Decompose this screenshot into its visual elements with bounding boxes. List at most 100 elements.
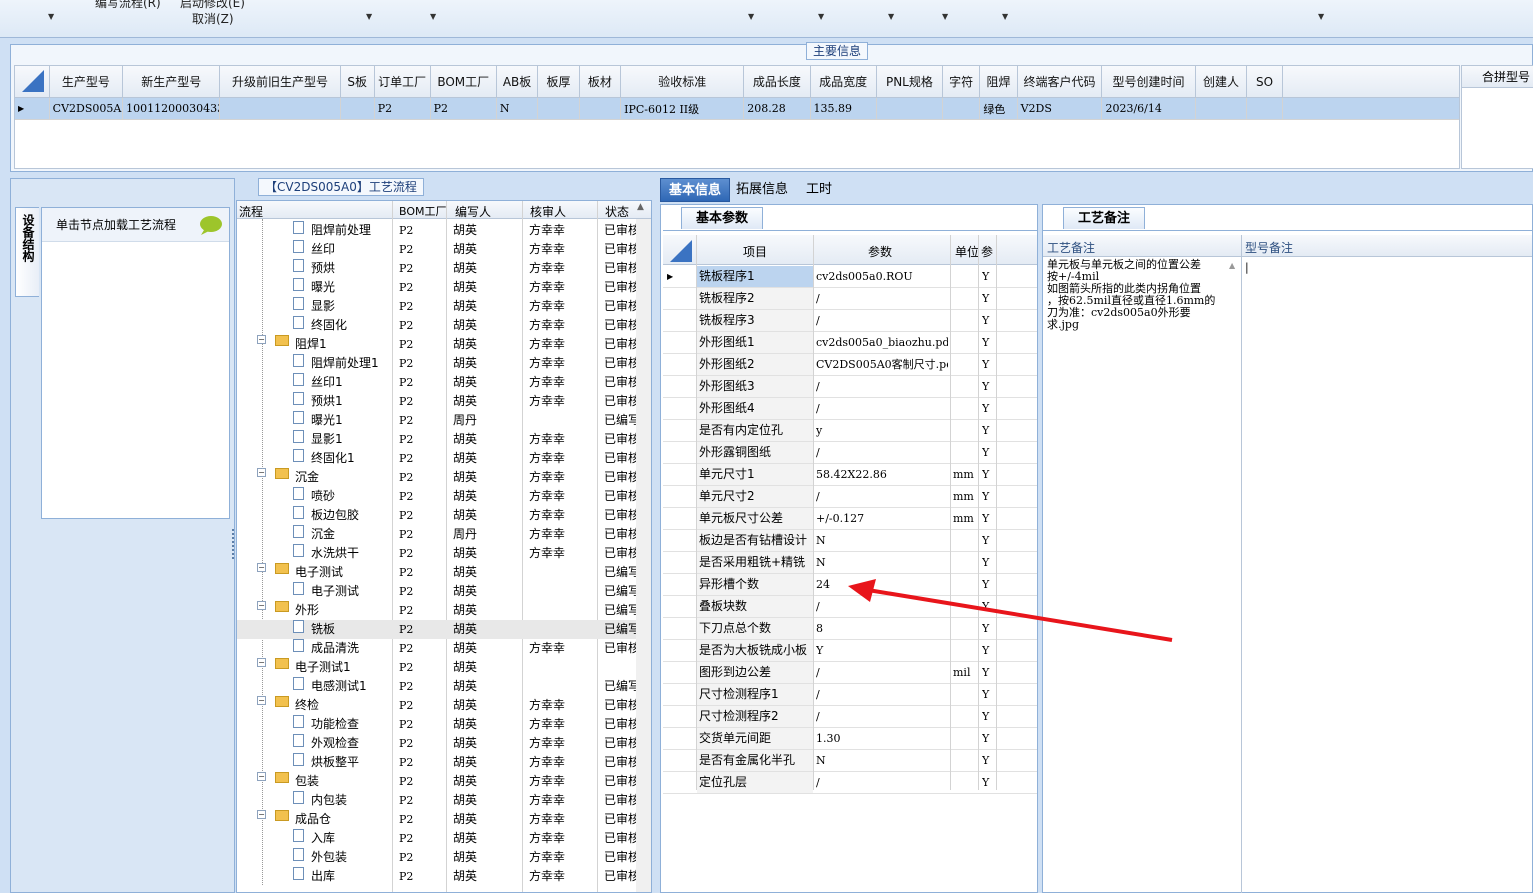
main-col-14[interactable]: 阻焊 — [979, 66, 1018, 98]
param-value[interactable]: 58.42X22.86 — [816, 464, 948, 485]
flow-node[interactable]: 显影1 P2 胡英 方幸幸 已审核 — [237, 430, 651, 449]
main-col-4[interactable]: 订单工厂 — [374, 66, 431, 98]
param-unit[interactable]: mil — [953, 662, 977, 683]
flow-node[interactable]: 铣板 P2 胡英 已编写 — [237, 620, 651, 639]
scroll-up-icon[interactable]: ▲ — [1229, 261, 1235, 270]
dropdown-arrow-icon[interactable]: ▼ — [942, 12, 948, 21]
dropdown-arrow-icon[interactable]: ▼ — [48, 12, 54, 21]
dropdown-arrow-icon[interactable]: ▼ — [1002, 12, 1008, 21]
flow-node[interactable]: 外观检查 P2 胡英 方幸幸 已审核 — [237, 734, 651, 753]
param-unit[interactable] — [953, 750, 977, 771]
param-value[interactable]: CV2DS005A0客制尺寸.pdf — [816, 354, 948, 375]
collapse-icon[interactable]: − — [257, 335, 266, 344]
flow-node[interactable]: 出库 P2 胡英 方幸幸 已审核 — [237, 867, 651, 886]
param-row[interactable]: 单元尺寸1 58.42X22.86 mm Y — [663, 464, 1037, 486]
flow-node[interactable]: 烘板整平 P2 胡英 方幸幸 已审核 — [237, 753, 651, 772]
flow-node[interactable]: 电子测试 P2 胡英 已编写 — [237, 582, 651, 601]
write-flow-menu[interactable]: 编写流程(R) — [95, 0, 161, 11]
param-unit[interactable] — [953, 332, 977, 353]
collapse-icon[interactable]: − — [257, 658, 266, 667]
main-col-8[interactable]: 板材 — [579, 66, 622, 98]
collapse-icon[interactable]: − — [257, 696, 266, 705]
param-value[interactable]: / — [816, 662, 948, 683]
tree-scrollbar[interactable] — [636, 219, 651, 892]
collapse-icon[interactable]: − — [257, 810, 266, 819]
param-value[interactable]: cv2ds005a0_biaozhu.pdf — [816, 332, 948, 353]
param-flag[interactable]: Y — [982, 310, 994, 331]
param-flag[interactable]: Y — [982, 772, 994, 793]
flow-node[interactable]: 喷砂 P2 胡英 方幸幸 已审核 — [237, 487, 651, 506]
main-cell-2[interactable] — [219, 97, 341, 120]
main-cell-4[interactable]: P2 — [374, 97, 431, 120]
param-unit[interactable]: mm — [953, 486, 977, 507]
param-flag[interactable]: Y — [982, 398, 994, 419]
main-col-9[interactable]: 验收标准 — [620, 66, 745, 98]
param-unit[interactable] — [953, 266, 977, 287]
flow-node[interactable]: − 电子测试 P2 胡英 已编写 — [237, 563, 651, 582]
param-row[interactable]: 铣板程序2/ Y — [663, 288, 1037, 310]
param-row[interactable]: 尺寸检测程序1/ Y — [663, 684, 1037, 706]
param-row[interactable]: 是否有金属化半孔 N Y — [663, 750, 1037, 772]
collapse-icon[interactable]: − — [257, 601, 266, 610]
param-unit[interactable] — [953, 398, 977, 419]
main-cell-11[interactable]: 135.89 — [810, 97, 877, 120]
main-col-2[interactable]: 升级前旧生产型号 — [219, 66, 341, 98]
flow-node[interactable]: − 包装 P2 胡英 方幸幸 已审核 — [237, 772, 651, 791]
param-row[interactable]: 图形到边公差 / mil Y — [663, 662, 1037, 684]
main-cell-13[interactable] — [942, 97, 981, 120]
param-row[interactable]: 外形图纸2 CV2DS005A0客制尺寸.pdf Y — [663, 354, 1037, 376]
flow-node[interactable]: 成品清洗 P2 胡英 方幸幸 已审核 — [237, 639, 651, 658]
main-col-16[interactable]: 型号创建时间 — [1101, 66, 1196, 98]
param-value[interactable]: y — [816, 420, 948, 441]
flow-node[interactable]: 沉金 P2 周丹 方幸幸 已审核 — [237, 525, 651, 544]
param-value[interactable]: / — [816, 288, 948, 309]
dropdown-arrow-icon[interactable]: ▼ — [366, 12, 372, 21]
main-cell-17[interactable] — [1195, 97, 1248, 120]
device-structure-tab[interactable]: 设备结构 — [15, 207, 39, 297]
param-flag[interactable]: Y — [982, 684, 994, 705]
main-cell-6[interactable]: N — [496, 97, 539, 120]
param-value[interactable]: / — [816, 772, 948, 793]
main-cell-0[interactable]: CV2DS005A0 — [49, 97, 124, 120]
param-row[interactable]: 是否采用粗铣+精铣 N Y — [663, 552, 1037, 574]
param-row[interactable]: 外形图纸3/ Y — [663, 376, 1037, 398]
flow-node[interactable]: − 沉金 P2 胡英 方幸幸 已审核 — [237, 468, 651, 487]
param-flag[interactable]: Y — [982, 288, 994, 309]
flow-node[interactable]: 阻焊前处理1 P2 胡英 方幸幸 已审核 — [237, 354, 651, 373]
main-cell-10[interactable]: 208.28 — [743, 97, 811, 120]
main-cell-18[interactable] — [1246, 97, 1283, 120]
flow-node[interactable]: 曝光1 P2 周丹 已编写 — [237, 411, 651, 430]
param-value[interactable]: / — [816, 310, 948, 331]
param-unit[interactable]: mm — [953, 464, 977, 485]
param-flag[interactable]: Y — [982, 354, 994, 375]
main-cell-14[interactable]: 绿色 — [979, 97, 1018, 120]
param-row[interactable]: 板边是否有钻槽设计 N Y — [663, 530, 1037, 552]
main-cell-15[interactable]: V2DS — [1017, 97, 1103, 120]
param-value[interactable]: / — [816, 706, 948, 727]
flow-node[interactable]: 外包装 P2 胡英 方幸幸 已审核 — [237, 848, 651, 867]
param-unit[interactable] — [953, 772, 977, 793]
dropdown-arrow-icon[interactable]: ▼ — [818, 12, 824, 21]
scroll-up-icon[interactable]: ▲ — [637, 202, 644, 212]
param-unit[interactable] — [953, 420, 977, 441]
param-row[interactable]: ▶ 铣板程序1 cv2ds005a0.ROU Y — [663, 266, 1037, 288]
flow-node[interactable]: 功能检查 P2 胡英 方幸幸 已审核 — [237, 715, 651, 734]
flow-node[interactable]: − 成品仓 P2 胡英 方幸幸 已审核 — [237, 810, 651, 829]
flow-node[interactable]: 入库 P2 胡英 方幸幸 已审核 — [237, 829, 651, 848]
main-col-0[interactable]: 生产型号 — [49, 66, 124, 98]
flow-node[interactable]: 终固化1 P2 胡英 方幸幸 已审核 — [237, 449, 651, 468]
tab-basic-info[interactable]: 基本信息 — [660, 178, 731, 202]
main-cell-12[interactable] — [876, 97, 944, 120]
param-flag[interactable]: Y — [982, 464, 994, 485]
param-value[interactable]: / — [816, 684, 948, 705]
flow-node[interactable]: 板边包胶 P2 胡英 方幸幸 已审核 — [237, 506, 651, 525]
param-value[interactable]: N — [816, 530, 948, 551]
flow-node[interactable]: 丝印1 P2 胡英 方幸幸 已审核 — [237, 373, 651, 392]
process-remark-text[interactable]: 单元板与单元板之间的位置公差 按+/-4mil 如图箭头所指的此类内拐角位置 ，按62… — [1047, 259, 1237, 331]
param-flag[interactable]: Y — [982, 552, 994, 573]
flow-node[interactable]: 预烘 P2 胡英 方幸幸 已审核 — [237, 259, 651, 278]
main-cell-3[interactable] — [340, 97, 375, 120]
main-cell-7[interactable] — [537, 97, 580, 120]
main-col-1[interactable]: 新生产型号 — [122, 66, 221, 98]
param-unit[interactable] — [953, 684, 977, 705]
